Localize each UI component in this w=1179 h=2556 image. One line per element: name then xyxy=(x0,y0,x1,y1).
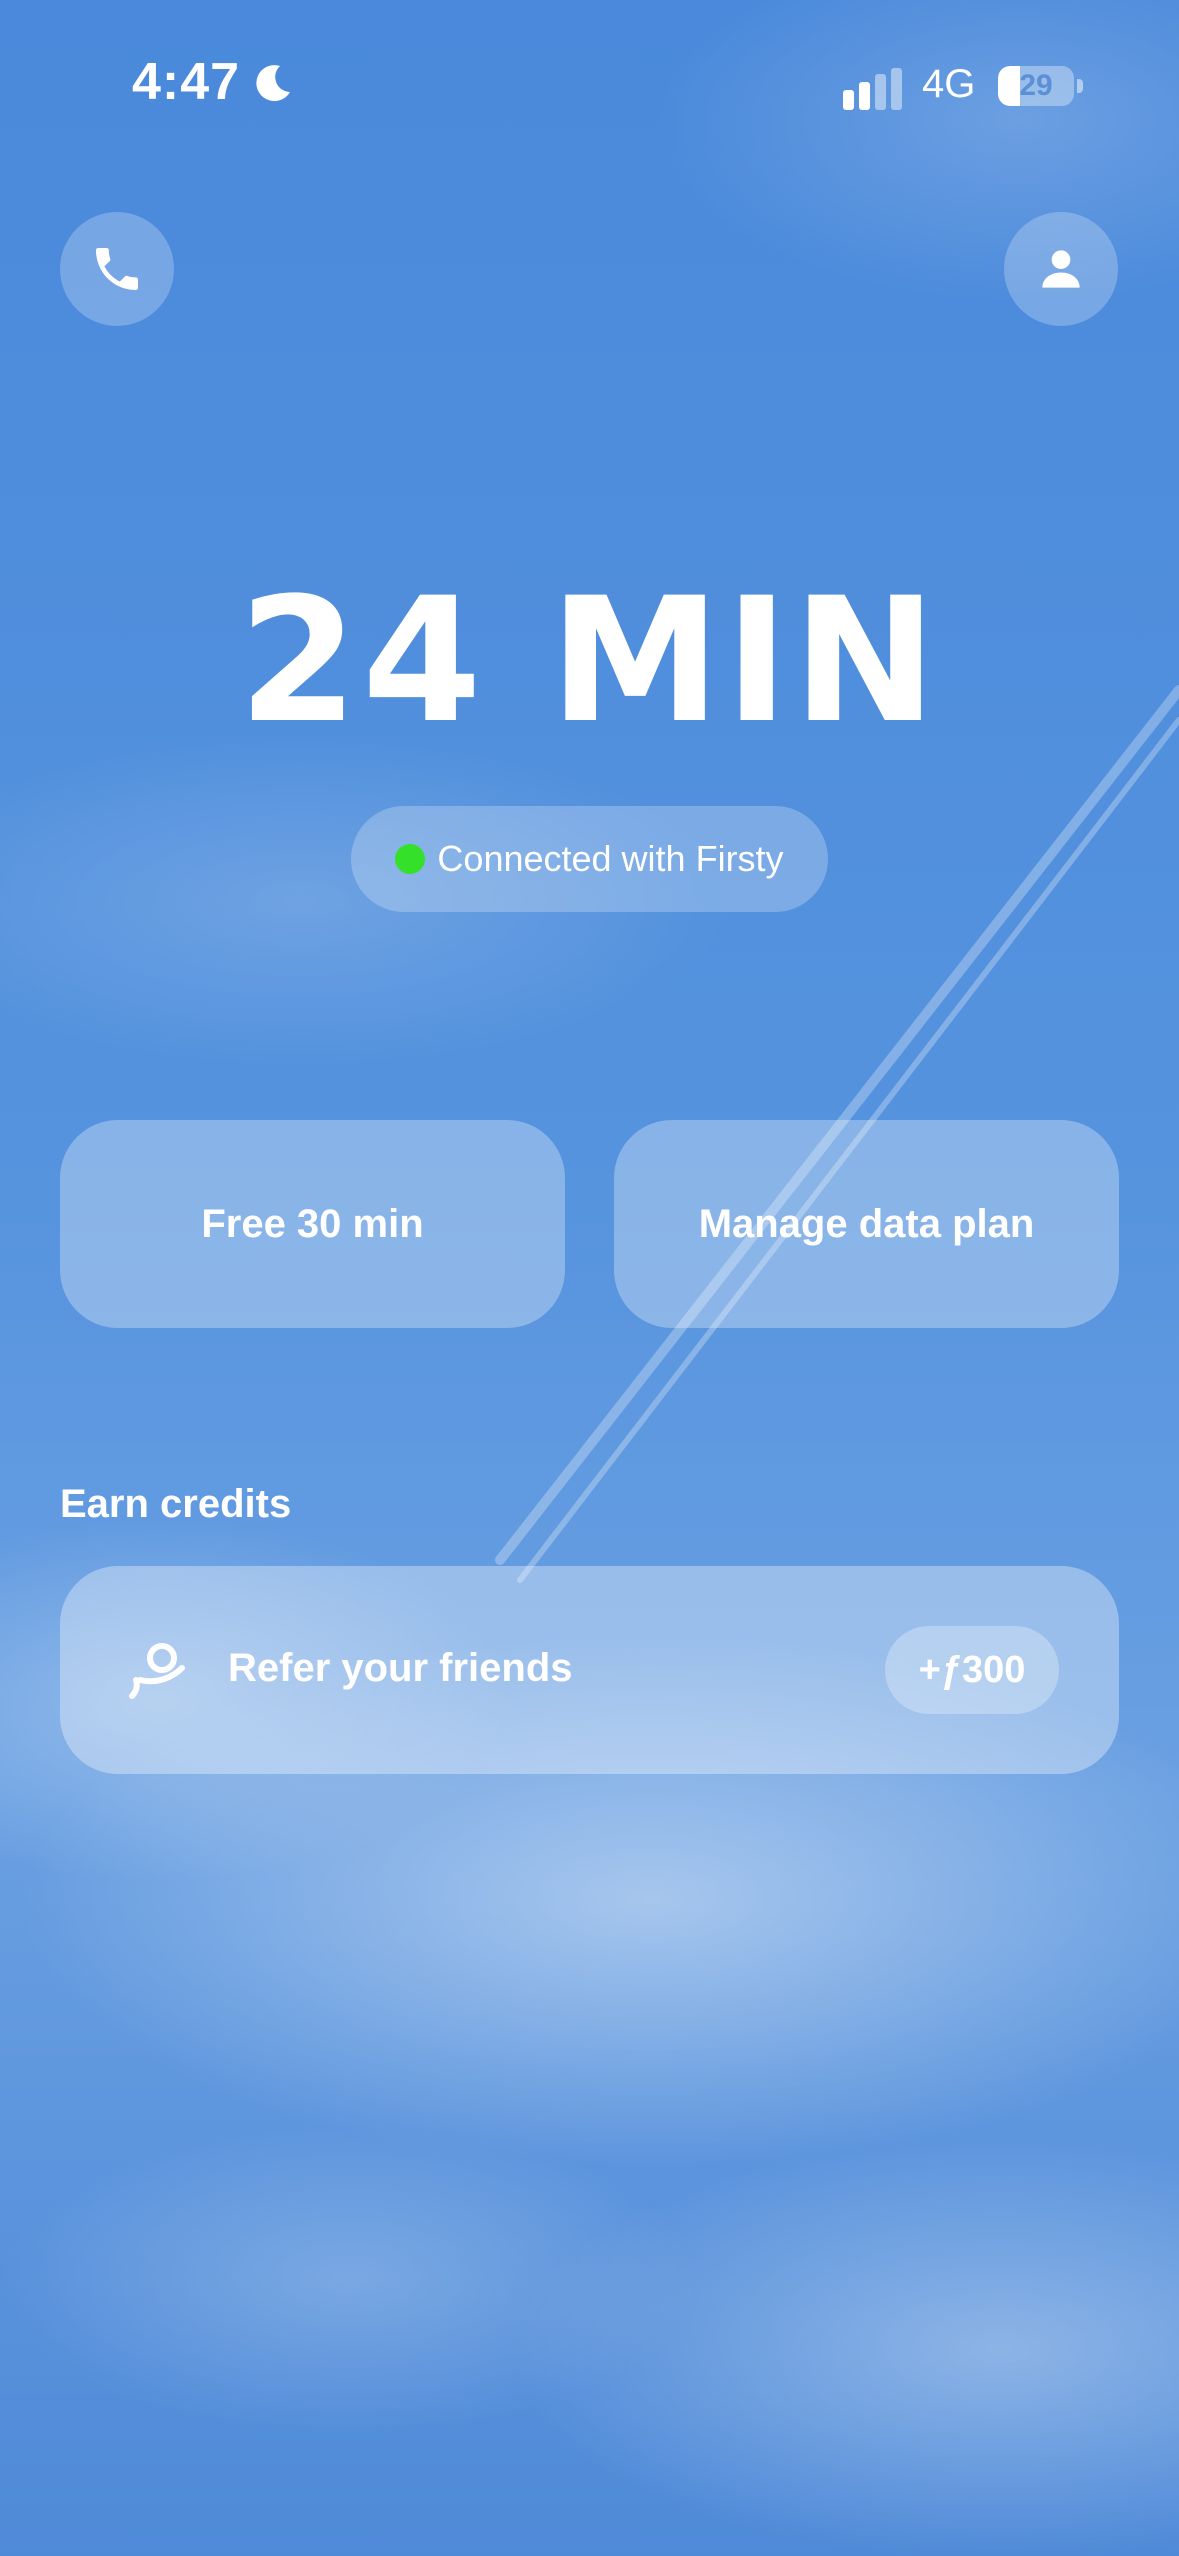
refer-friends-label: Refer your friends xyxy=(228,1646,573,1690)
refer-person-icon xyxy=(129,1643,185,1699)
manage-data-plan-button[interactable]: Manage data plan xyxy=(614,1120,1119,1328)
status-time: 4:47 xyxy=(132,53,241,111)
profile-button[interactable] xyxy=(1004,212,1118,326)
earn-credits-heading: Earn credits xyxy=(60,1482,292,1526)
person-icon xyxy=(1042,250,1080,288)
referral-credit-amount: +ƒ300 xyxy=(918,1648,1026,1691)
connection-status-pill: Connected with Firsty xyxy=(351,806,828,912)
phone-icon xyxy=(96,248,138,290)
remaining-time: 24 MIN xyxy=(238,560,941,761)
cellular-signal-icon xyxy=(843,68,902,110)
call-button[interactable] xyxy=(60,212,174,326)
network-type: 4G xyxy=(922,62,976,106)
connection-status-dot xyxy=(395,844,426,874)
status-bar: 4:47 4G 29 xyxy=(0,0,1179,175)
referral-credit-badge: +ƒ300 xyxy=(885,1626,1059,1714)
manage-data-plan-label: Manage data plan xyxy=(698,1201,1035,1246)
free-minutes-button[interactable]: Free 30 min xyxy=(60,1120,565,1328)
refer-friends-card[interactable]: Refer your friends +ƒ300 xyxy=(60,1566,1119,1774)
battery-cap xyxy=(1077,79,1083,93)
moon-icon xyxy=(256,65,290,102)
free-minutes-label: Free 30 min xyxy=(201,1201,424,1246)
battery-indicator: 29 xyxy=(998,66,1074,106)
battery-level: 29 xyxy=(1019,69,1053,102)
connection-status-text: Connected with Firsty xyxy=(437,838,784,879)
